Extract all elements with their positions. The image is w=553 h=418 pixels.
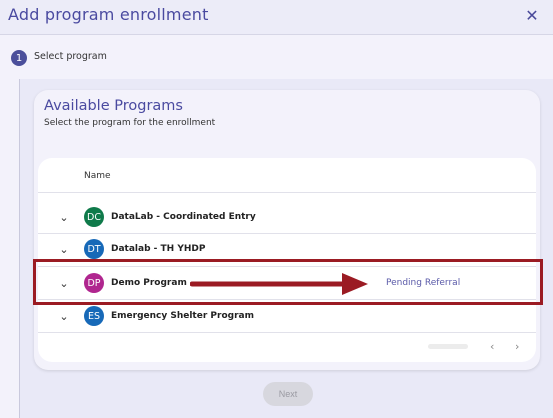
available-programs-card: Available Programs Select the program fo…	[34, 90, 540, 370]
stepper-rail-panel	[0, 79, 19, 418]
close-icon[interactable]: ✕	[523, 6, 541, 25]
avatar: ES	[84, 306, 104, 326]
chevron-down-icon[interactable]: ⌄	[57, 210, 71, 224]
chevron-down-icon[interactable]: ⌄	[57, 309, 71, 323]
chevron-left-icon[interactable]: ‹	[490, 340, 494, 353]
stepper-rail-line	[19, 79, 20, 418]
avatar: DC	[84, 207, 104, 227]
annotation-arrow-icon	[190, 273, 368, 295]
program-name: Emergency Shelter Program	[111, 311, 254, 321]
next-button[interactable]: Next	[263, 382, 313, 406]
step-number-badge: 1	[11, 50, 27, 66]
stepper: 1 Select program	[0, 35, 553, 79]
table-row[interactable]: ⌄ DC DataLab - Coordinated Entry	[38, 202, 536, 234]
card-title: Available Programs	[44, 98, 183, 114]
pagination-range-text	[428, 344, 468, 349]
card-subtitle: Select the program for the enrollment	[44, 118, 216, 128]
chevron-right-icon[interactable]: ›	[515, 340, 519, 353]
step-label: Select program	[34, 51, 107, 62]
program-name: Datalab - TH YHDP	[111, 244, 206, 254]
header-divider	[38, 192, 536, 193]
table-row[interactable]: ⌄ ES Emergency Shelter Program	[38, 301, 536, 333]
chevron-down-icon[interactable]: ⌄	[57, 242, 71, 256]
dialog-header: Add program enrollment ✕	[0, 0, 553, 35]
dialog-title: Add program enrollment	[8, 5, 209, 24]
row-divider	[38, 332, 536, 333]
column-header-name: Name	[84, 171, 111, 181]
program-name: DataLab - Coordinated Entry	[111, 212, 256, 222]
avatar: DT	[84, 239, 104, 259]
